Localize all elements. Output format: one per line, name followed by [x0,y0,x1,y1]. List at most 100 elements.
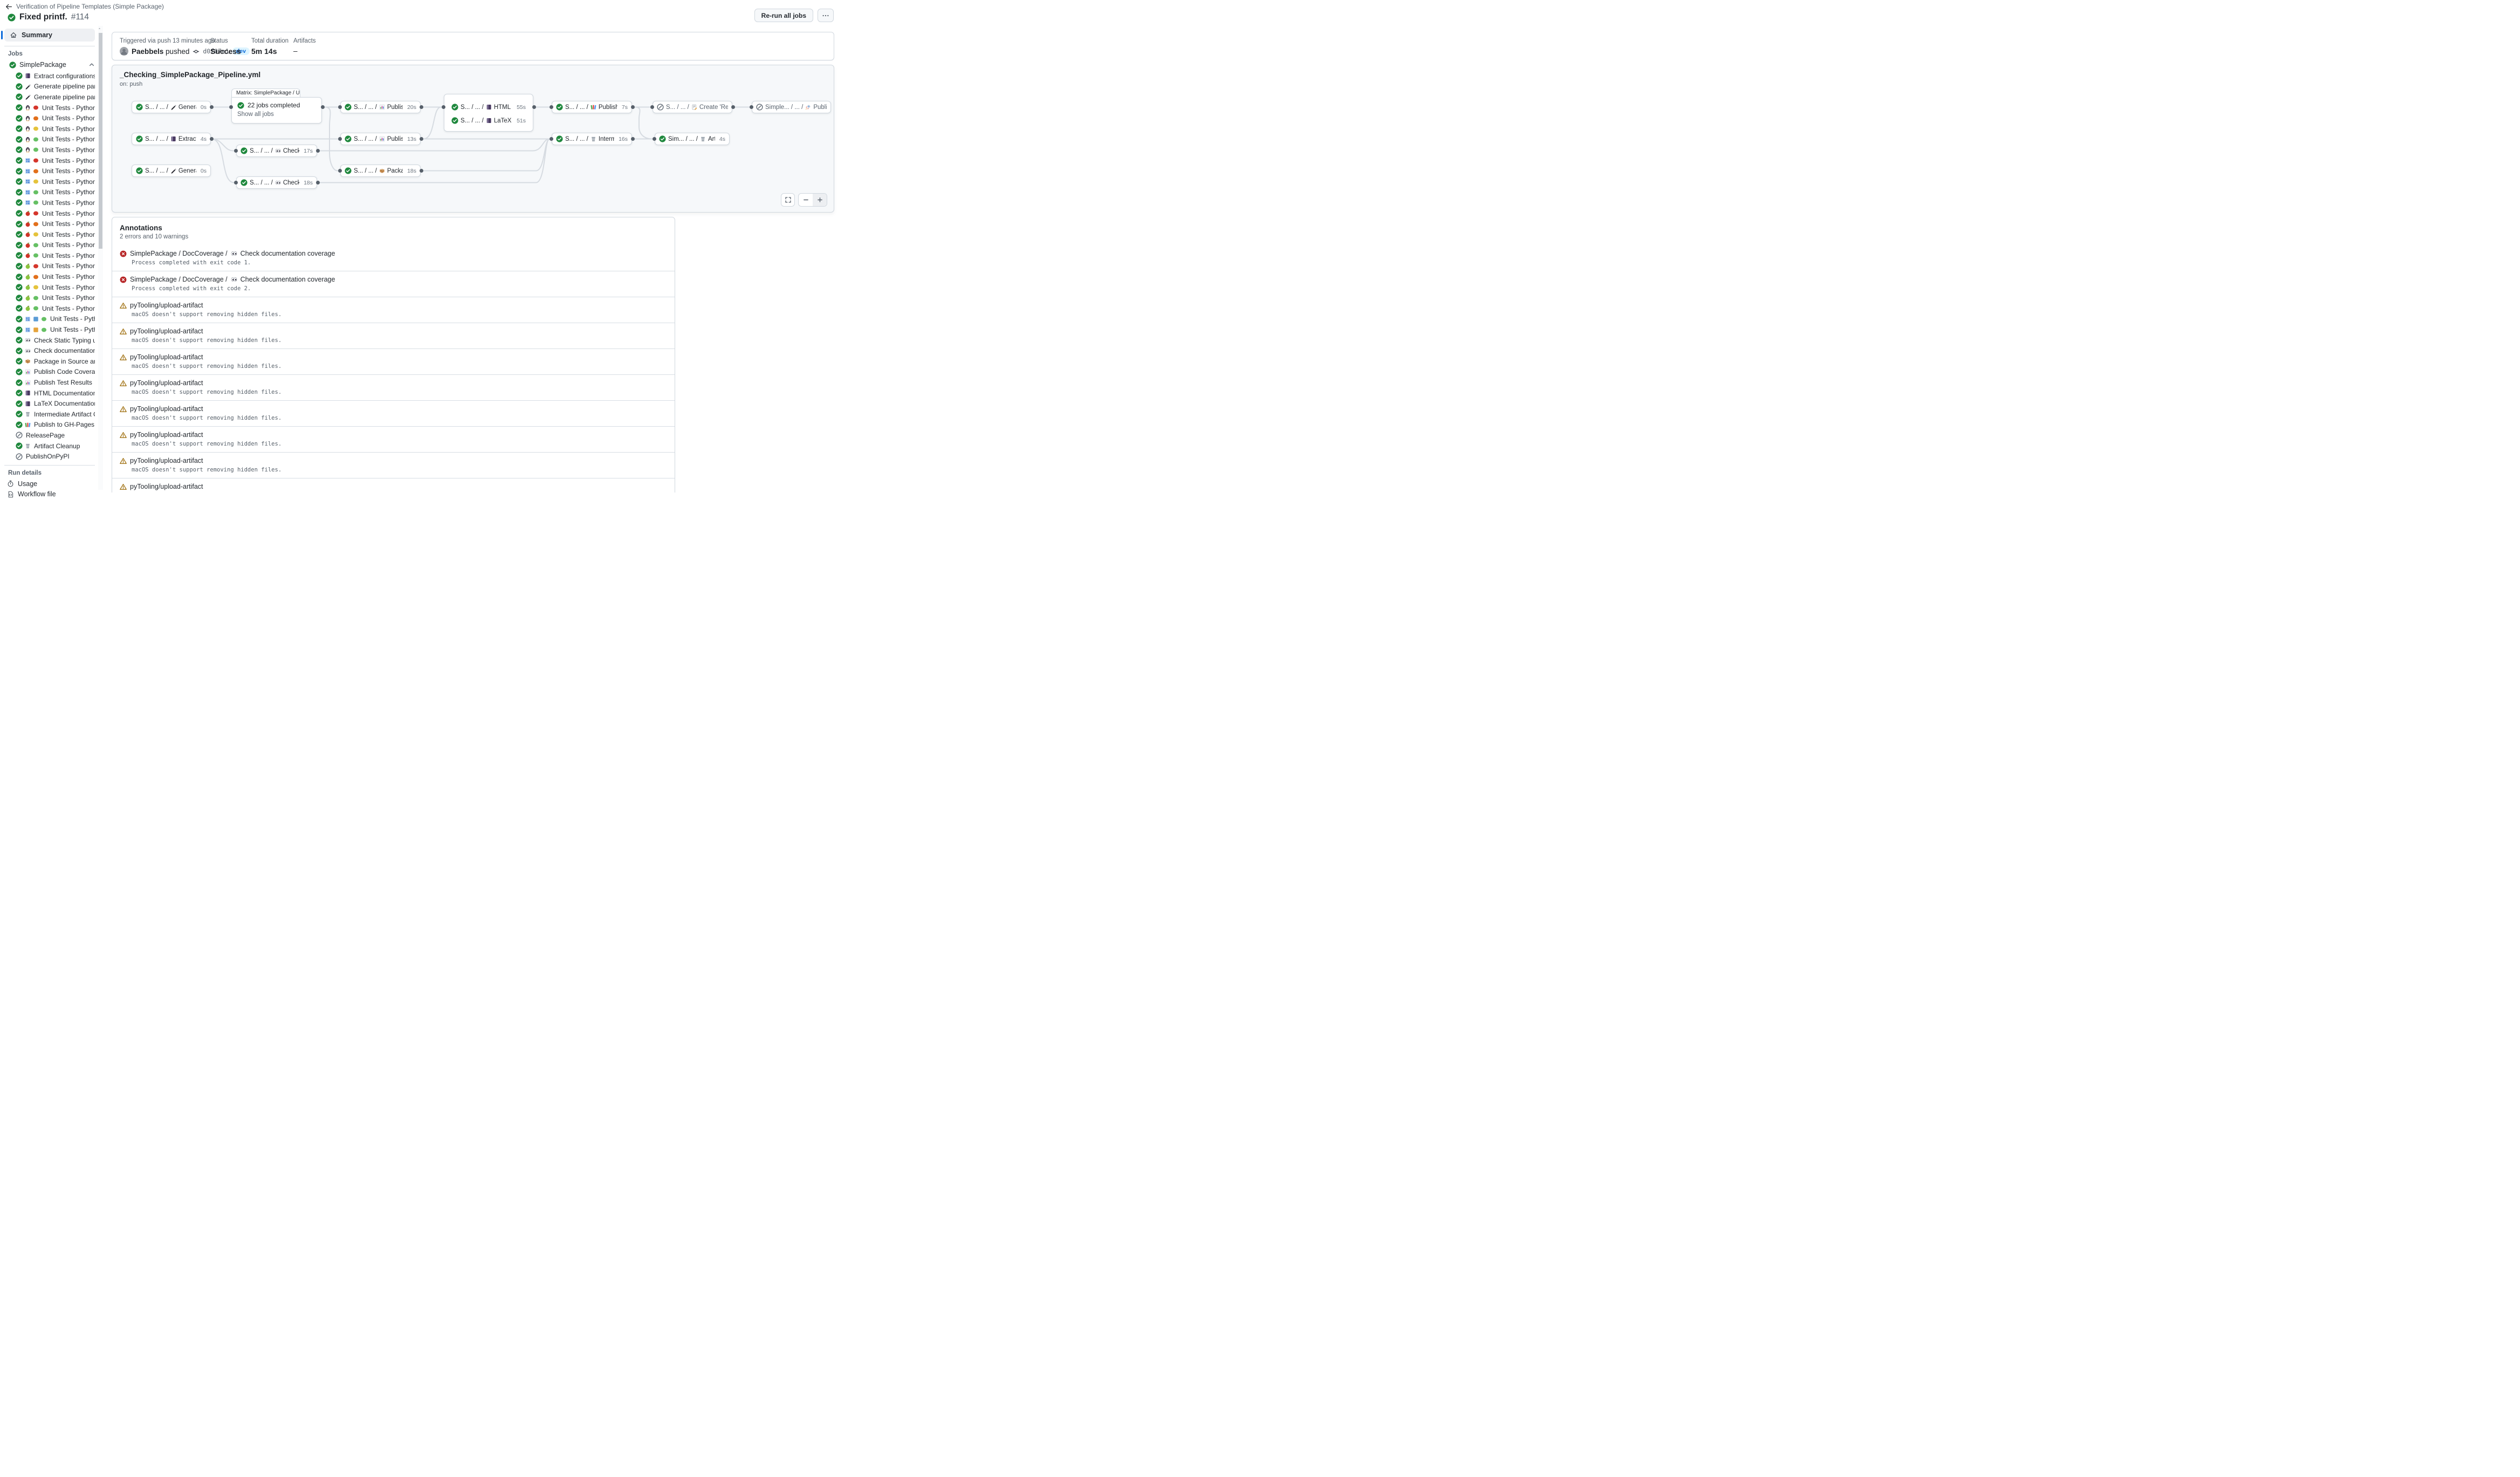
annotation-title[interactable]: pyTooling/upload-artifact [120,405,667,413]
back-arrow-icon[interactable] [5,3,12,10]
job-label: Unit Tests - Python 3.11 [42,231,95,238]
graph-node-publish-codecov[interactable]: S... / ... /Publish Code C...20s [340,101,421,113]
sidebar-job-item[interactable]: Generate pipeline parameters [4,92,95,102]
sidebar-job-item[interactable]: Check Static Typing using Pyt... [4,335,95,346]
annotation-title[interactable]: SimplePackage / DocCoverage /Check docum… [120,250,667,257]
annotation-title[interactable]: pyTooling/upload-artifact [120,457,667,464]
sidebar-job-item[interactable]: Generate pipeline parameters [4,81,95,92]
sidebar-job-item[interactable]: Unit Tests - Python 3.10 [4,271,95,282]
graph-node-publish-pypi[interactable]: Simple... / ... /Publish to PyPI [752,101,831,113]
rerun-all-jobs-button[interactable]: Re-run all jobs [754,9,813,22]
sidebar-job-item[interactable]: Unit Tests - Python 3.12 [4,292,95,303]
sidebar-scrollbar-thumb[interactable] [99,33,102,249]
sidebar-job-item[interactable]: Unit Tests - Python 3.9 [4,208,95,219]
graph-node-publish-test[interactable]: S... / ... /Publish Test Re...13s [340,133,421,145]
sidebar-job-item[interactable]: Unit Tests - Python 3.13 [4,303,95,314]
sidebar-job-item[interactable]: Unit Tests - Python 3.12 [4,314,95,325]
graph-node-gen-top[interactable]: S... / ... /Generate pipelin...0s [132,101,211,113]
graph-node-package[interactable]: S... / ... /Package in Sou...18s [340,165,421,177]
graph-node-extract[interactable]: S... / ... /Extract configur...4s [132,133,211,145]
main-content: Triggered via push 13 minutes ago Paebbe… [104,25,840,493]
annotation-title[interactable]: SimplePackage / DocCoverage /Check docum… [120,276,667,283]
zoom-in-button[interactable] [813,194,827,206]
run-title-row: Fixed printf. #114 [8,12,834,22]
sidebar-item-usage[interactable]: Usage [4,478,95,489]
sidebar-job-item[interactable]: Package in Source and Wheel... [4,356,95,367]
sidebar-job-item[interactable]: Publish Code Coverage Results [4,367,95,378]
eyes-icon [25,348,31,354]
page-title: Fixed printf. [19,12,67,22]
actor-name[interactable]: Paebbels [132,47,163,56]
annotation-title[interactable]: pyTooling/upload-artifact [120,431,667,439]
sidebar-job-item[interactable]: HTML Documentation using ... [4,388,95,399]
sidebar-job-item[interactable]: Unit Tests - Python 3.13 [4,250,95,261]
sidebar-job-item[interactable]: Unit Tests - Python 3.13 [4,197,95,208]
annotation-title[interactable]: pyTooling/upload-artifact [120,327,667,335]
breadcrumb-link[interactable]: Verification of Pipeline Templates (Simp… [16,3,164,10]
sidebar-job-item[interactable]: Publish Test Results [4,377,95,388]
sidebar-item-workflow-file[interactable]: Workflow file [4,489,95,500]
sidebar-job-item[interactable]: PublishOnPyPI [4,451,95,462]
annotation-item-warning: pyTooling/upload-artifactmacOS doesn't s… [112,478,675,493]
sidebar-group-simplepackage[interactable]: SimplePackage [4,59,95,70]
sidebar-job-item[interactable]: Unit Tests - Python 3.10 [4,113,95,124]
graph-node-artifact-cleanup[interactable]: Sim... / ... /Artifact Cleanup4s [655,133,730,145]
fullscreen-button[interactable] [781,193,795,207]
sidebar-job-item[interactable]: Unit Tests - Python 3.12 [4,134,95,145]
avatar[interactable] [120,47,128,56]
macos-red-icon [25,210,31,216]
annotation-detail: macOS doesn't support removing hidden fi… [132,441,667,447]
sidebar-item-summary[interactable]: Summary [4,29,95,42]
sidebar-job-item[interactable]: Unit Tests - Python 3.12 [4,324,95,335]
show-all-jobs-link[interactable]: Show all jobs [237,111,316,118]
sidebar-job-item[interactable]: Unit Tests - Python 3.9 [4,102,95,113]
sidebar-job-item[interactable]: Unit Tests - Python 3.10 [4,166,95,176]
sidebar-job-item[interactable]: Unit Tests - Python 3.9 [4,261,95,272]
connection-dot [229,105,233,109]
sidebar-job-item[interactable]: LaTeX Documentation using ... [4,398,95,409]
annotation-title[interactable]: pyTooling/upload-artifact [120,483,667,490]
annotation-title[interactable]: pyTooling/upload-artifact [120,379,667,387]
check-circle-icon [345,167,352,174]
zoom-out-button[interactable] [799,194,813,206]
graph-node-intermediate-cleanup[interactable]: S... / ... /Intermediate A...16s [552,133,632,145]
sidebar-job-item[interactable]: Unit Tests - Python 3.12 [4,187,95,198]
annotation-job: pyTooling/upload-artifact [130,379,203,387]
sidebar-job-item[interactable]: Unit Tests - Python 3.11 [4,176,95,187]
sidebar-divider [4,465,95,466]
sidebar-job-item[interactable]: Unit Tests - Python 3.11 [4,229,95,240]
graph-node-html-doc[interactable]: S... / ... /HTML Docume...55s [448,101,530,113]
sidebar-job-item[interactable]: Unit Tests - Python 3.11 [4,282,95,293]
scrollbar-up-icon[interactable] [98,27,103,32]
macos-red-icon [25,252,31,258]
sidebar-job-item[interactable]: Unit Tests - Python 3.11 [4,124,95,134]
graph-node-latex-doc[interactable]: S... / ... /LaTeX Docume...51s [448,114,530,127]
graph-node-create-release[interactable]: S... / ... /Create 'Release Pa... [653,101,732,113]
check-circle-icon [16,115,23,122]
warning-triangle-icon [120,328,127,335]
sidebar-job-item[interactable]: Unit Tests - Python 3.10 [4,218,95,229]
sidebar-job-item[interactable]: Intermediate Artifact Cleanup [4,409,95,420]
matrix-node[interactable]: 22 jobs completedShow all jobs [231,97,322,124]
graph-node-check-doc[interactable]: S... / ... /Check docume...18s [236,176,317,189]
kebab-menu-button[interactable] [818,9,834,22]
trash-icon [590,136,596,142]
sidebar-job-item[interactable]: Check documentation covera... [4,345,95,356]
sidebar-job-item[interactable]: ReleasePage [4,430,95,441]
annotation-title[interactable]: pyTooling/upload-artifact [120,302,667,309]
sidebar-job-item[interactable]: Unit Tests - Python 3.13 [4,145,95,155]
windows-icon [25,200,31,206]
chevron-up-icon[interactable] [88,61,95,68]
graph-node-publish-ghpages[interactable]: S... / ... /Publish to GH-P...7s [552,101,632,113]
sidebar-job-item[interactable]: Unit Tests - Python 3.9 [4,155,95,166]
sidebar-job-item[interactable]: Publish to GH-Pages [4,420,95,430]
sidebar-job-item[interactable]: Unit Tests - Python 3.12 [4,240,95,251]
node-label: Intermediate A... [599,136,614,142]
sidebar-job-item[interactable]: Extract configurations from p... [4,71,95,81]
graph-node-gen-bottom[interactable]: S... / ... /Generate pipelin...0s [132,165,211,177]
graph-node-check-static[interactable]: S... / ... /Check Static Ty...17s [236,145,317,157]
sidebar-job-item[interactable]: Artifact Cleanup [4,441,95,452]
node-prefix: S... / ... / [354,136,377,142]
annotation-title[interactable]: pyTooling/upload-artifact [120,353,667,361]
connection-dot [532,105,536,109]
